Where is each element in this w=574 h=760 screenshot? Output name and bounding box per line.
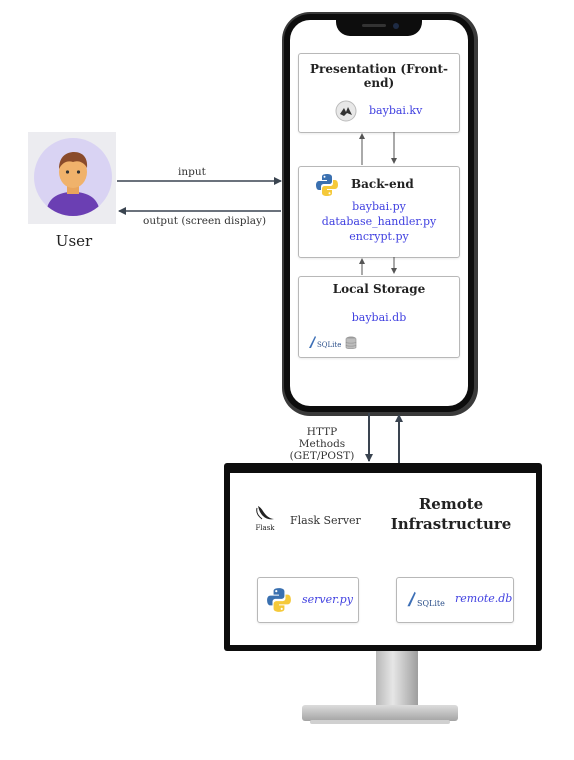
backend-storage-arrows [359,257,397,275]
output-label: output (screen display) [143,215,267,227]
http-label-line1: HTTP Methods [298,426,346,450]
frontend-backend-arrows [359,132,397,165]
http-methods-label: HTTP Methods (GET/POST) [286,426,358,462]
http-label-line2: (GET/POST) [289,450,355,462]
connector-arrows [117,132,403,463]
http-arrows [365,413,403,463]
input-label: input [178,166,206,178]
